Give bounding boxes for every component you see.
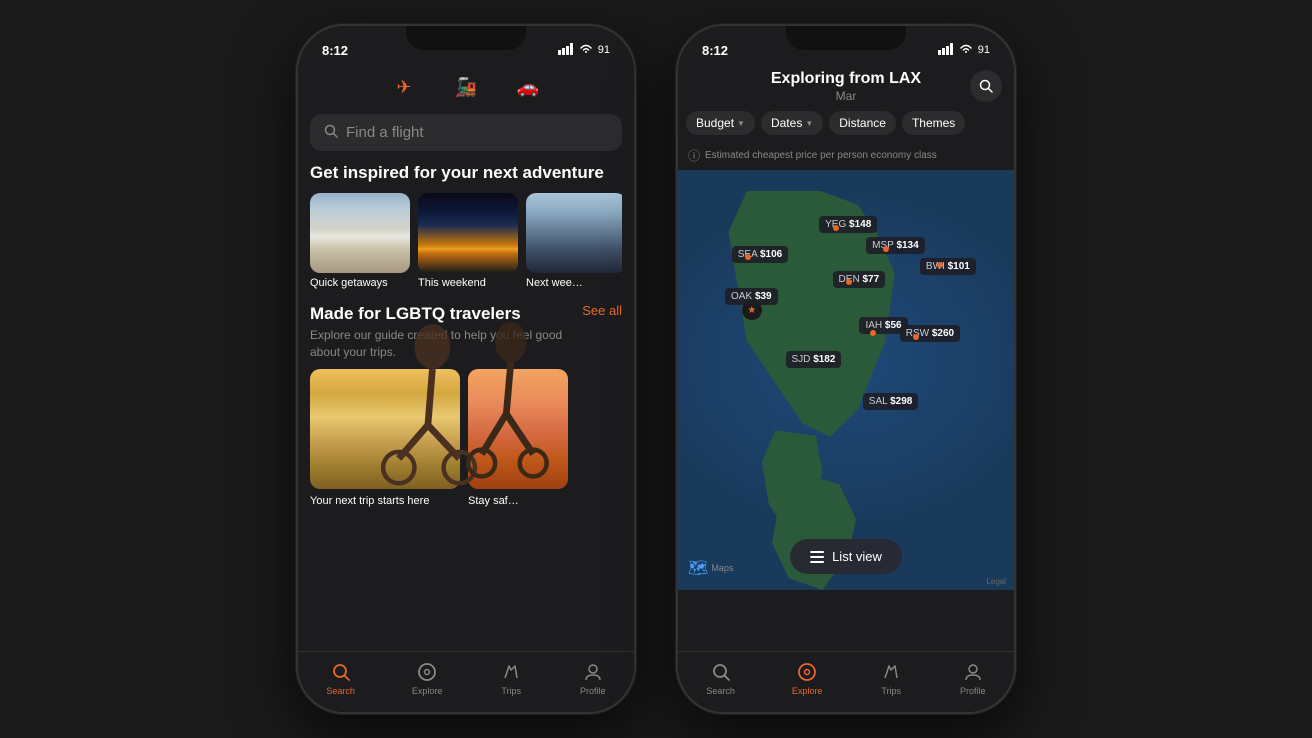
- nav-explore-icon: [415, 660, 439, 684]
- right-nav-profile-icon: [961, 660, 985, 684]
- airport-sea[interactable]: SEA $106: [732, 246, 789, 263]
- right-nav-search[interactable]: Search: [706, 660, 735, 696]
- phones-container: 8:12: [296, 24, 1016, 714]
- info-text: Estimated cheapest price per person econ…: [705, 150, 937, 161]
- map-dot-iah: [870, 330, 876, 336]
- filter-tabs: Budget ▼ Dates ▼ Distance Themes: [678, 111, 1014, 143]
- right-nav-trips[interactable]: Trips: [879, 660, 903, 696]
- maps-label: Maps: [711, 563, 733, 573]
- explore-title: Exploring from LAX: [690, 70, 1002, 88]
- nav-explore[interactable]: Explore: [412, 660, 443, 696]
- nav-profile[interactable]: Profile: [580, 660, 606, 696]
- dates-arrow: ▼: [805, 119, 813, 128]
- info-bar: ⓘ Estimated cheapest price per person ec…: [678, 143, 1014, 170]
- lgbtq-section: Made for LGBTQ travelers Explore our gui…: [298, 303, 634, 507]
- right-nav-explore[interactable]: Explore: [792, 660, 823, 696]
- right-phone: 8:12: [676, 24, 1016, 714]
- right-bottom-nav: Search Explore Trips: [678, 651, 1014, 712]
- nav-profile-label: Profile: [580, 686, 606, 696]
- info-icon: ⓘ: [688, 147, 700, 164]
- explore-subtitle: Mar: [690, 89, 1002, 103]
- right-nav-search-icon: [709, 660, 733, 684]
- airport-sal[interactable]: SAL $298: [863, 393, 919, 410]
- airport-den[interactable]: DEN $77: [833, 271, 886, 288]
- airport-bwi[interactable]: BWI $101: [920, 258, 976, 275]
- map-dot-yeg: [833, 225, 839, 231]
- nav-trips[interactable]: Trips: [499, 660, 523, 696]
- map-dot-rsw: [913, 334, 919, 340]
- nav-explore-label: Explore: [412, 686, 443, 696]
- filter-tab-budget[interactable]: Budget ▼: [686, 111, 755, 135]
- map-container[interactable]: ★ YEG $148 SEA $106 MSP $134 BWI $101: [678, 170, 1014, 590]
- right-nav-trips-label: Trips: [881, 686, 901, 696]
- right-battery-text: 91: [978, 44, 990, 56]
- airport-msp[interactable]: MSP $134: [866, 237, 925, 254]
- right-phone-screen: 8:12: [678, 26, 1014, 712]
- nav-search-label: Search: [326, 686, 355, 696]
- nav-search[interactable]: Search: [326, 660, 355, 696]
- filter-tab-distance[interactable]: Distance: [829, 111, 896, 135]
- right-wifi-icon: [958, 43, 974, 58]
- street-scene: [310, 369, 460, 489]
- lgbtq-images-row: [310, 369, 622, 489]
- right-status-icons: 91: [938, 43, 990, 58]
- right-nav-search-label: Search: [706, 686, 735, 696]
- maps-logo: 🗺: [688, 558, 708, 578]
- right-nav-profile-label: Profile: [960, 686, 986, 696]
- right-status-bar: 8:12: [678, 26, 1014, 66]
- right-nav-profile[interactable]: Profile: [960, 660, 986, 696]
- maps-badge: 🗺 Maps: [688, 558, 733, 578]
- filter-tab-dates[interactable]: Dates ▼: [761, 111, 823, 135]
- left-phone: 8:12: [296, 24, 636, 714]
- left-bottom-nav: Search Explore Trips: [298, 651, 634, 712]
- right-nav-explore-icon: [795, 660, 819, 684]
- right-signal-icon: [938, 43, 954, 58]
- nav-profile-icon: [581, 660, 605, 684]
- airport-sjd[interactable]: SJD $182: [786, 351, 842, 368]
- left-phone-screen: 8:12: [298, 26, 634, 712]
- list-view-button[interactable]: List view: [790, 539, 902, 574]
- nav-search-icon: [329, 660, 353, 684]
- nav-trips-icon: [499, 660, 523, 684]
- explore-header: Exploring from LAX Mar: [678, 66, 1014, 111]
- explore-search-button[interactable]: [970, 70, 1002, 102]
- lgbtq-img-1[interactable]: [310, 369, 460, 489]
- budget-arrow: ▼: [737, 119, 745, 128]
- right-nav-explore-label: Explore: [792, 686, 823, 696]
- right-status-time: 8:12: [702, 43, 728, 58]
- filter-tab-themes[interactable]: Themes: [902, 111, 965, 135]
- right-nav-trips-icon: [879, 660, 903, 684]
- map-dot-msp: [883, 246, 889, 252]
- map-background: ★ YEG $148 SEA $106 MSP $134 BWI $101: [678, 170, 1014, 590]
- nav-trips-label: Trips: [501, 686, 521, 696]
- airport-oak[interactable]: OAK $39: [725, 288, 778, 305]
- legal-text: Legal: [986, 577, 1006, 586]
- list-view-label: List view: [832, 549, 882, 564]
- airport-yeg[interactable]: YEG $148: [819, 216, 877, 233]
- airport-rsw[interactable]: RSW $260: [900, 325, 960, 342]
